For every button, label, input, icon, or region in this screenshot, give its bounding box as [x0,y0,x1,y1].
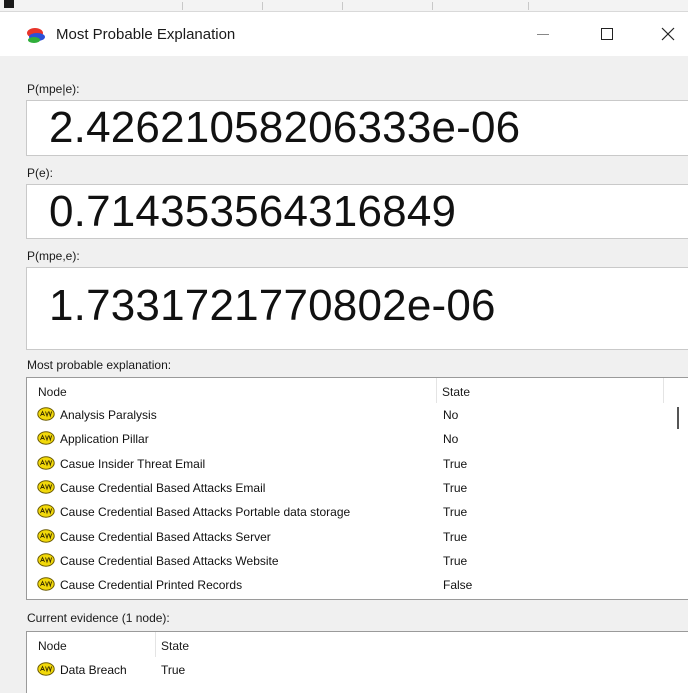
node-state: No [443,408,459,422]
node-state: True [161,663,186,677]
node-state: True [443,480,468,495]
column-header-node[interactable]: Node [38,639,67,653]
p-e-value: 0.714353564316849 [49,187,457,236]
bayes-node-icon [37,577,55,591]
list-item[interactable]: Cause Credential Based Attacks Website Tr… [27,550,667,574]
evidence-list-label: Current evidence (1 node): [27,611,170,625]
node-state: True [443,529,468,544]
p-mpe-and-e-label: P(mpe,e): [27,249,80,263]
bayes-node-icon [37,553,55,567]
node-name: Analysis Paralysis [60,408,157,422]
title-bar[interactable]: Most Probable Explanation [0,12,688,56]
mpe-dialog-window: Most Probable Explanation P(mpe|e): 2.42… [0,12,688,693]
p-mpe-given-e-label: P(mpe|e): [27,82,80,96]
p-e-box: 0.714353564316849 [26,184,688,239]
taskbar-divider [528,2,529,10]
taskbar-mark [4,0,14,8]
node-state: No [443,432,459,447]
column-divider[interactable] [436,378,437,403]
node-state: True [443,505,468,520]
bayes-node-icon [37,662,55,676]
node-name: Data Breach [60,663,127,677]
p-e-label: P(e): [27,166,54,180]
bayes-node-icon [37,455,55,470]
node-name: Application Pillar [60,432,149,447]
list-item[interactable]: Casue Insider Threat Email True [27,453,667,477]
column-divider[interactable] [663,378,664,403]
node-state: True [443,553,468,568]
p-mpe-given-e-box: 2.42621058206333e-06 [26,100,688,156]
evidence-list-header: Node State [27,632,688,657]
taskbar-divider [182,2,183,10]
close-icon [661,27,675,41]
column-header-state[interactable]: State [442,385,470,399]
mpe-list[interactable]: Node State Analysis Paralysis No Applicati… [26,377,688,600]
column-divider[interactable] [155,632,156,657]
node-name: Cause Credential Based Attacks Email [60,480,266,495]
node-state: True [443,456,468,471]
bayes-node-icon [37,431,55,445]
list-item[interactable]: Application Pillar No [27,428,667,452]
maximize-icon [601,28,613,40]
list-item[interactable]: Analysis Paralysis No [27,404,667,428]
maximize-button[interactable] [584,12,630,56]
p-mpe-and-e-value: 1.7331721770802e-06 [49,281,496,330]
node-name: Cause Credential Based Attacks Website [60,553,279,568]
minimize-icon [537,33,549,35]
list-item[interactable]: Cause Credential Printed Records False [27,574,667,598]
evidence-list[interactable]: Node State Data Breach True [26,631,688,693]
background-taskbar-strip [0,0,688,12]
node-name: Casue Insider Threat Email [60,456,206,471]
close-button[interactable] [648,12,688,56]
taskbar-divider [262,2,263,10]
bayes-node-icon [37,407,55,421]
list-item[interactable]: Cause Credential Based Attacks Portable … [27,501,667,525]
node-name: Cause Credential Based Attacks Server [60,529,271,544]
p-mpe-and-e-box: 1.7331721770802e-06 [26,267,688,350]
node-name: Cause Credential Printed Records [60,578,243,593]
node-state: False [443,578,473,593]
taskbar-divider [342,2,343,10]
dialog-content: P(mpe|e): 2.42621058206333e-06 P(e): 0.7… [0,56,688,693]
mpe-list-label: Most probable explanation: [27,358,172,372]
column-header-state[interactable]: State [161,639,189,653]
p-mpe-given-e-value: 2.42621058206333e-06 [49,103,521,152]
minimize-button[interactable] [520,12,566,56]
mpe-list-header: Node State [27,378,688,403]
bayes-node-icon [37,504,55,518]
list-item[interactable]: Cause Credential Based Attacks Email True [27,477,667,501]
node-name: Cause Credential Based Attacks Portable … [60,505,351,520]
bayes-node-icon [37,480,55,494]
bayes-node-icon [37,528,55,543]
list-item[interactable]: Cause Credential Based Attacks Server Tru… [27,526,667,550]
list-item[interactable]: Data Breach True [27,659,667,683]
taskbar-divider [432,2,433,10]
app-logo-icon [27,28,45,43]
scrollbar-thumb[interactable] [677,407,679,429]
window-title: Most Probable Explanation [56,26,236,43]
column-header-node[interactable]: Node [38,385,67,399]
